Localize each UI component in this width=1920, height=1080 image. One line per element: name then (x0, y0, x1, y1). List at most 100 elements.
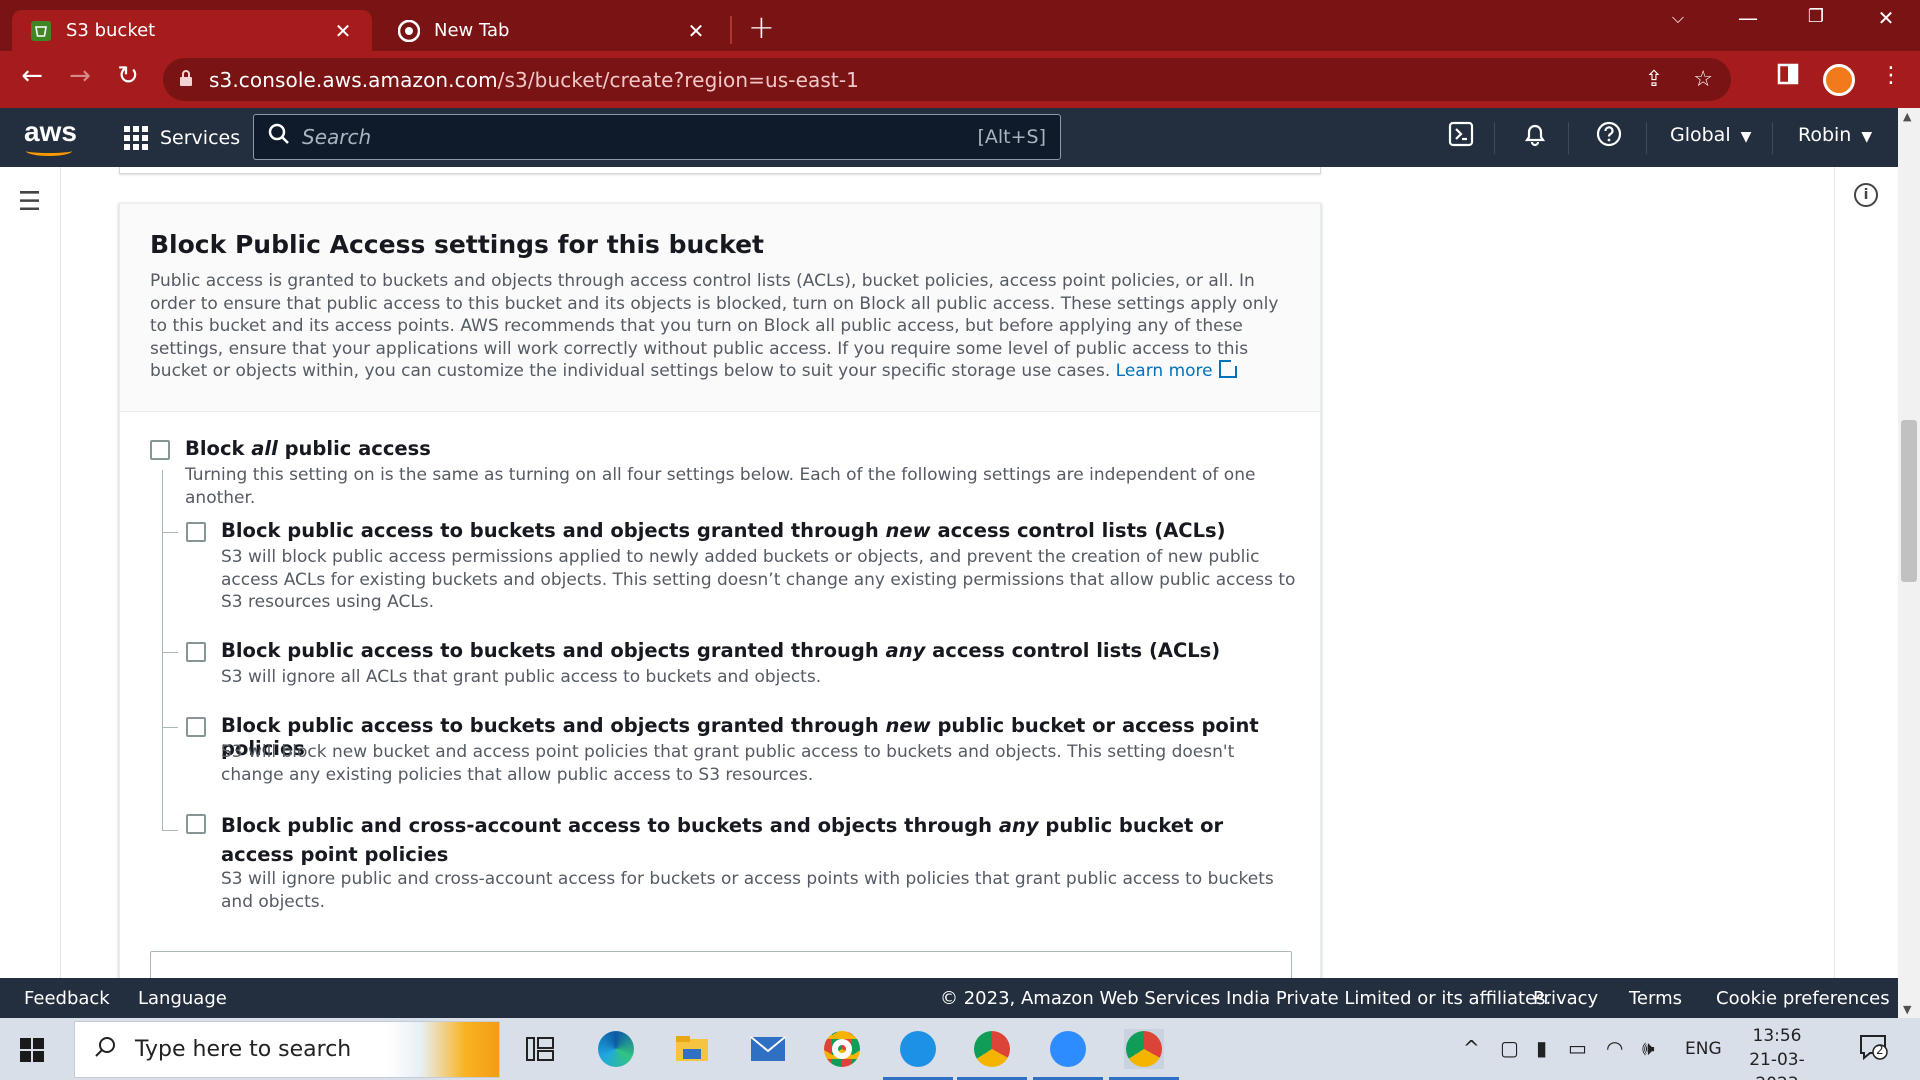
tree-tick (162, 830, 178, 831)
chrome-icon[interactable] (822, 1029, 862, 1069)
block-new-acls-checkbox[interactable] (186, 522, 206, 542)
new-tab-plus-icon[interactable]: + (748, 8, 775, 46)
header-divider (1494, 122, 1495, 154)
scroll-down-arrow-icon[interactable]: ▼ (1903, 1003, 1911, 1016)
volume-icon[interactable]: 🕪 (1642, 1036, 1655, 1060)
block-new-policies-checkbox[interactable] (186, 717, 206, 737)
minimize-icon[interactable]: — (1728, 6, 1768, 30)
region-selector[interactable]: Global ▼ (1670, 124, 1751, 146)
services-menu-button[interactable]: Services (124, 108, 240, 167)
tab-new-tab[interactable]: New Tab ✕ (380, 10, 725, 51)
lock-icon (179, 69, 199, 91)
copyright-text: © 2023, Amazon Web Services India Privat… (940, 988, 1552, 1009)
header-divider (1646, 122, 1647, 154)
tree-connector (162, 470, 163, 830)
external-link-icon (1218, 358, 1239, 378)
profile-avatar[interactable] (1823, 64, 1855, 96)
aws-logo[interactable]: aws (24, 116, 77, 156)
panel-header: Block Public Access settings for this bu… (120, 204, 1320, 412)
cookie-preferences-link[interactable]: Cookie preferences (1716, 988, 1890, 1009)
task-view-icon[interactable] (520, 1029, 560, 1069)
tab-separator (730, 16, 732, 44)
account-menu[interactable]: Robin ▼ (1798, 124, 1872, 146)
chrome-active-icon[interactable] (1109, 1029, 1179, 1080)
info-icon[interactable]: i (1854, 183, 1878, 207)
close-tab-icon[interactable]: ✕ (681, 19, 711, 43)
side-panel-icon[interactable] (1777, 63, 1799, 91)
browser-toolbar: ← → ↻ s3.console.aws.amazon.com/s3/bucke… (0, 51, 1920, 108)
window-close-icon[interactable]: ✕ (1866, 6, 1906, 30)
search-highlight-art-icon (387, 1022, 499, 1077)
tab-title: New Tab (434, 20, 510, 41)
previous-section-edge (119, 167, 1321, 174)
device-icon[interactable]: ▢ (1500, 1036, 1519, 1060)
notification-center-icon[interactable]: 2 (1858, 1032, 1888, 1067)
aws-search-box[interactable]: [Alt+S] (253, 114, 1061, 160)
zoom-icon[interactable] (1033, 1029, 1103, 1080)
block-all-label: Block all public access (185, 437, 431, 460)
block-cross-account-label: Block public and cross-account access to… (221, 814, 1224, 866)
scrollbar-thumb[interactable] (1901, 420, 1917, 582)
right-help-rail: i (1834, 167, 1898, 978)
feedback-link[interactable]: Feedback (24, 988, 110, 1009)
wifi-icon[interactable]: ◠ (1606, 1036, 1623, 1060)
bell-icon[interactable] (1518, 121, 1552, 153)
address-bar[interactable]: s3.console.aws.amazon.com/s3/bucket/crea… (163, 58, 1731, 101)
privacy-link[interactable]: Privacy (1533, 988, 1598, 1009)
learn-more-label: Learn more (1115, 361, 1213, 381)
arrow-left-icon[interactable]: ← (12, 61, 52, 91)
help-icon[interactable] (1592, 121, 1626, 153)
search-shortcut-hint: [Alt+S] (977, 126, 1046, 148)
taskbar-clock[interactable]: 13:56 21-03-2023 (1732, 1024, 1822, 1080)
block-new-policies-description: S3 will block new bucket and access poin… (221, 742, 1235, 785)
section-title: Block Public Access settings for this bu… (150, 230, 764, 259)
aws-footer: Feedback Language © 2023, Amazon Web Ser… (0, 978, 1898, 1018)
grid-icon (124, 125, 148, 150)
edge-icon[interactable] (596, 1029, 636, 1069)
taskbar-search-box[interactable]: Type here to search (74, 1021, 500, 1078)
chrome-profile-icon[interactable] (957, 1029, 1027, 1080)
search-icon (93, 1035, 117, 1065)
block-cross-account-checkbox[interactable] (186, 814, 206, 834)
block-any-acls-description: S3 will ignore all ACLs that grant publi… (221, 667, 822, 687)
kebab-menu-icon[interactable]: ⋮ (1880, 63, 1902, 88)
tab-search-chevron-icon[interactable]: ⌵ (1658, 8, 1698, 28)
arrow-right-icon[interactable]: → (60, 61, 100, 91)
aws-logo-text: aws (24, 116, 77, 147)
language-link[interactable]: Language (138, 988, 227, 1009)
scroll-up-arrow-icon[interactable]: ▲ (1903, 110, 1911, 123)
caret-down-icon: ▼ (1740, 129, 1752, 145)
docker-icon[interactable] (883, 1029, 953, 1080)
terms-link[interactable]: Terms (1629, 988, 1682, 1009)
header-divider (1772, 122, 1773, 154)
block-any-acls-label: Block public access to buckets and objec… (221, 639, 1221, 662)
search-icon (268, 123, 290, 151)
hamburger-menu-icon[interactable]: ☰ (18, 187, 41, 217)
restore-icon[interactable]: ❐ (1796, 6, 1836, 27)
show-hidden-icons-chevron-icon[interactable]: ^ (1463, 1036, 1480, 1060)
block-all-checkbox[interactable] (150, 440, 170, 460)
page-scrollbar[interactable]: ▲ ▼ (1898, 108, 1920, 1018)
region-label: Global (1670, 124, 1731, 146)
services-label: Services (160, 126, 241, 149)
star-icon[interactable]: ☆ (1693, 67, 1713, 92)
share-icon[interactable]: ⇪ (1645, 67, 1663, 92)
microphone-icon[interactable]: ▮ (1536, 1036, 1547, 1060)
windows-start-icon[interactable] (20, 1038, 44, 1062)
taskbar-search-placeholder: Type here to search (135, 1037, 352, 1062)
file-explorer-icon[interactable] (672, 1029, 712, 1069)
learn-more-link[interactable]: Learn more (1115, 358, 1239, 381)
cloudshell-icon[interactable] (1444, 121, 1478, 153)
clock-time: 13:56 (1752, 1026, 1802, 1046)
language-indicator[interactable]: ENG (1685, 1039, 1722, 1059)
tab-s3-bucket[interactable]: S3 bucket ✕ (12, 10, 372, 51)
close-tab-icon[interactable]: ✕ (328, 19, 358, 43)
search-input[interactable] (302, 125, 978, 149)
reload-icon[interactable]: ↻ (108, 61, 148, 91)
tree-tick (162, 532, 178, 533)
mail-icon[interactable] (748, 1029, 788, 1069)
block-any-acls-checkbox[interactable] (186, 642, 206, 662)
tree-tick (162, 727, 178, 728)
battery-icon[interactable]: ▭ (1568, 1036, 1587, 1060)
caret-down-icon: ▼ (1861, 129, 1873, 145)
